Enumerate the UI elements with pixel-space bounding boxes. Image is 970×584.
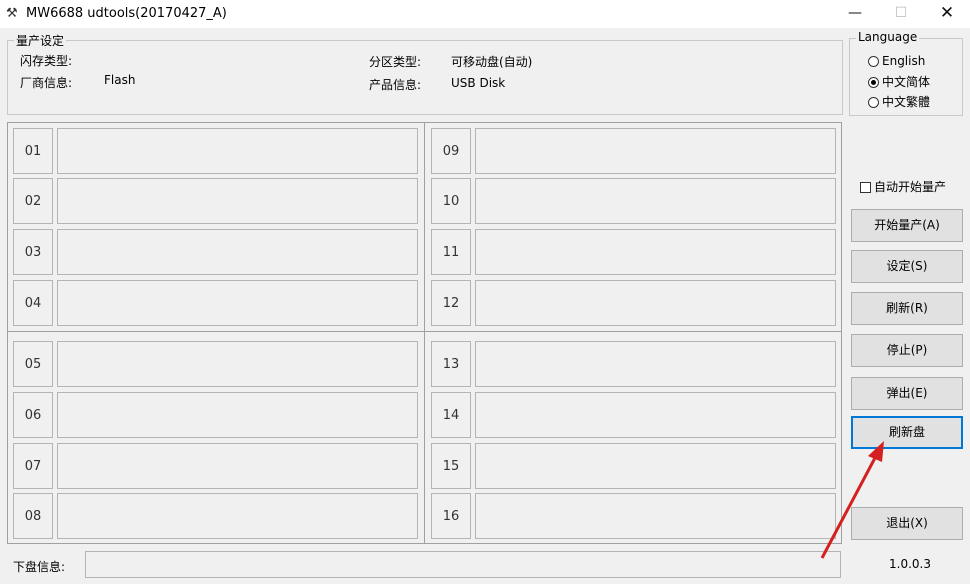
arrow-head — [868, 441, 884, 462]
annotation-arrow — [820, 441, 884, 559]
arrow-shaft — [820, 455, 878, 559]
